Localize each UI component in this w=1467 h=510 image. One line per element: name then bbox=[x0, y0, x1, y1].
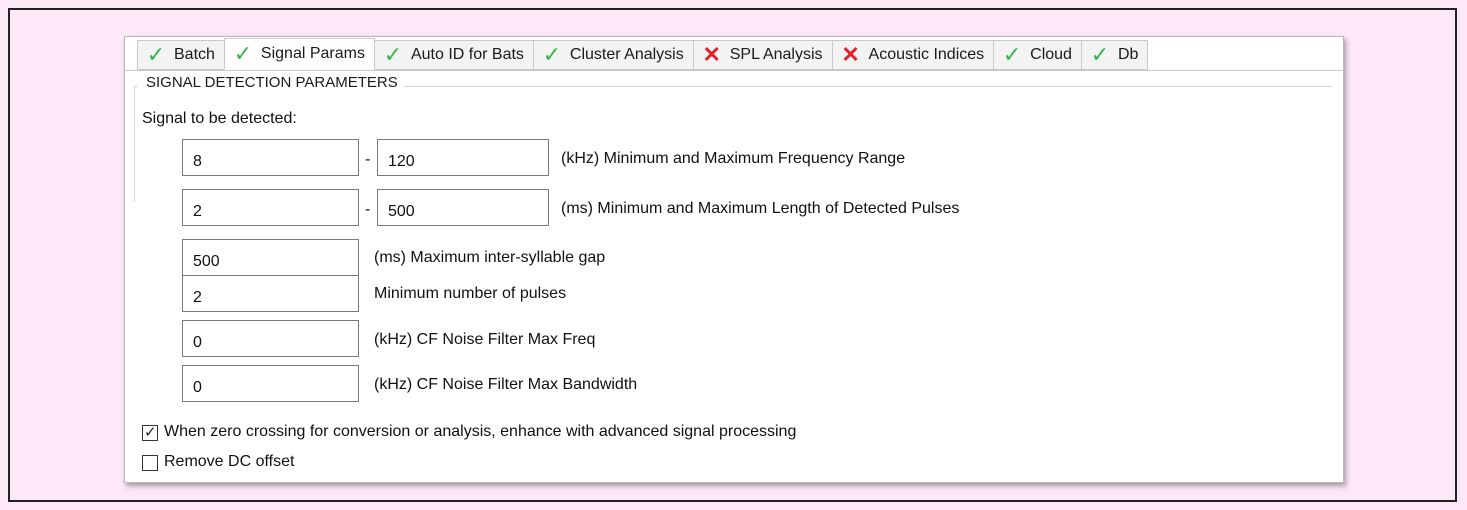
tab-spl-analysis[interactable]: ✕ SPL Analysis bbox=[692, 40, 833, 70]
cross-icon: ✕ bbox=[702, 42, 721, 67]
frequency-label: (kHz) Minimum and Maximum Frequency Rang… bbox=[561, 150, 906, 167]
range-dash: - bbox=[365, 201, 371, 218]
signal-label: Signal to be detected: bbox=[142, 110, 297, 127]
tab-label: SPL Analysis bbox=[729, 46, 823, 63]
tab-batch[interactable]: ✓ Batch bbox=[137, 40, 225, 70]
cross-icon: ✕ bbox=[841, 42, 860, 67]
cf-max-bandwidth-label: (kHz) CF Noise Filter Max Bandwidth bbox=[374, 376, 638, 393]
tab-label: Signal Params bbox=[260, 45, 365, 62]
cf-noise-max-freq-input[interactable] bbox=[182, 320, 359, 357]
min-pulses-label: Minimum number of pulses bbox=[374, 285, 567, 302]
check-icon: ✓ bbox=[1002, 42, 1022, 67]
min-frequency-input[interactable] bbox=[182, 139, 359, 176]
cf-noise-max-bandwidth-input[interactable] bbox=[182, 365, 359, 402]
check-icon: ✓ bbox=[383, 42, 403, 67]
zero-crossing-label: When zero crossing for conversion or ana… bbox=[164, 423, 797, 440]
gap-label: (ms) Maximum inter-syllable gap bbox=[374, 249, 606, 266]
inter-syllable-gap-input[interactable] bbox=[182, 239, 359, 276]
tab-label: Auto ID for Bats bbox=[410, 46, 524, 63]
tab-label: Cluster Analysis bbox=[569, 46, 684, 63]
cf-max-freq-label: (kHz) CF Noise Filter Max Freq bbox=[374, 331, 596, 348]
tab-content: SIGNAL DETECTION PARAMETERS Signal to be… bbox=[125, 70, 1343, 482]
check-icon: ✓ bbox=[1090, 42, 1110, 67]
min-pulses-input[interactable] bbox=[182, 275, 359, 312]
min-pulse-length-input[interactable] bbox=[182, 189, 359, 226]
dc-offset-checkbox[interactable] bbox=[142, 455, 158, 471]
tab-label: Acoustic Indices bbox=[868, 46, 985, 63]
max-pulse-length-input[interactable] bbox=[377, 189, 549, 226]
tab-auto-id-for-bats[interactable]: ✓ Auto ID for Bats bbox=[373, 40, 534, 70]
tab-label: Batch bbox=[174, 46, 215, 63]
settings-window: ✓ Batch ✓ Signal Params ✓ Auto ID for Ba… bbox=[124, 36, 1344, 483]
pulse-length-label: (ms) Minimum and Maximum Length of Detec… bbox=[561, 200, 960, 217]
group-title: SIGNAL DETECTION PARAMETERS bbox=[138, 74, 404, 91]
tab-bar: ✓ Batch ✓ Signal Params ✓ Auto ID for Ba… bbox=[137, 38, 1149, 70]
tab-signal-params[interactable]: ✓ Signal Params bbox=[223, 38, 375, 70]
tab-cloud[interactable]: ✓ Cloud bbox=[993, 40, 1082, 70]
checkmark-icon: ✓ bbox=[144, 424, 157, 441]
tab-cluster-analysis[interactable]: ✓ Cluster Analysis bbox=[532, 40, 694, 70]
max-frequency-input[interactable] bbox=[377, 139, 549, 176]
check-icon: ✓ bbox=[146, 42, 166, 67]
tab-db[interactable]: ✓ Db bbox=[1080, 40, 1149, 70]
zero-crossing-checkbox[interactable]: ✓ bbox=[142, 424, 158, 441]
dc-offset-label: Remove DC offset bbox=[164, 453, 295, 470]
tab-label: Cloud bbox=[1030, 46, 1072, 63]
range-dash: - bbox=[365, 151, 371, 168]
tab-acoustic-indices[interactable]: ✕ Acoustic Indices bbox=[831, 40, 995, 70]
check-icon: ✓ bbox=[542, 42, 562, 67]
check-icon: ✓ bbox=[233, 41, 253, 66]
tab-label: Db bbox=[1117, 46, 1139, 63]
